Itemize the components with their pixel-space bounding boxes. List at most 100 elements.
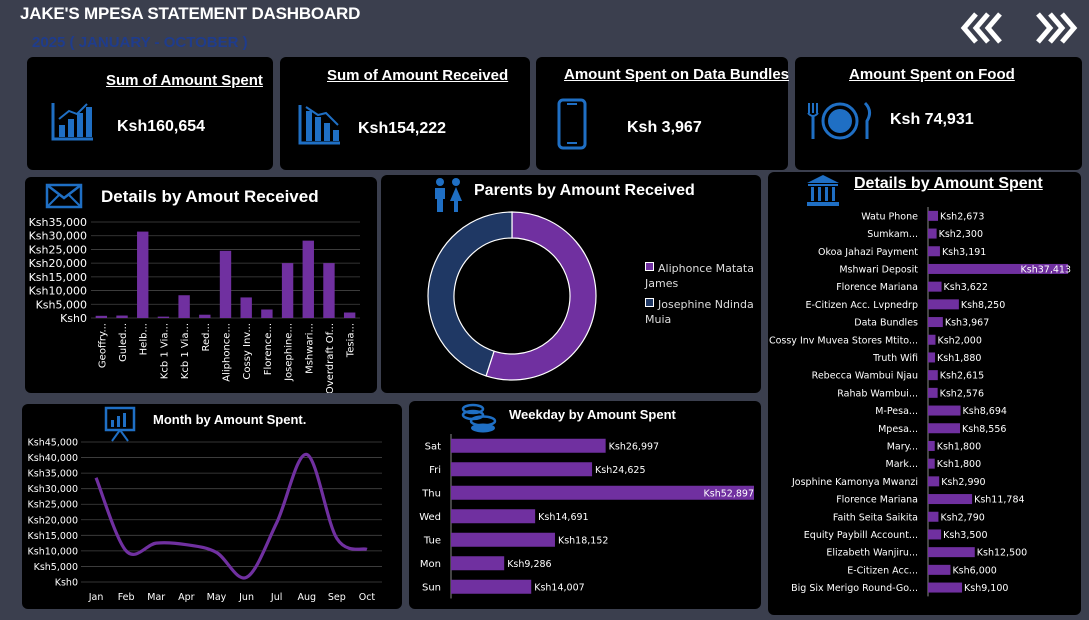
x-tick-label: Geoffry... <box>97 323 108 368</box>
bar <box>178 295 190 318</box>
bar <box>116 315 128 318</box>
spent-bar-chart: Watu Phone Ksh2,673 Sumkam... Ksh2,300 Okoa … <box>769 207 1071 597</box>
bar <box>281 263 294 318</box>
x-tick-label: Aliphonce... <box>222 323 233 382</box>
previous-page-button[interactable] <box>958 8 1008 48</box>
data-label: Ksh24,625 <box>595 465 645 476</box>
bar <box>928 511 939 522</box>
legend-swatch <box>645 298 654 307</box>
kpi-card-amount-spent: Sum of Amount Spent Ksh160,654 <box>27 57 273 170</box>
x-tick-label: Apr <box>178 592 195 603</box>
bar <box>928 228 937 239</box>
double-chevron-left-icon <box>960 12 1002 44</box>
bar <box>137 231 149 318</box>
bar <box>928 405 961 416</box>
y-category-label: Cossy Inv Muvea Stores Mtito... <box>769 335 918 346</box>
y-category-label: Okoa Jahazi Payment <box>818 247 918 258</box>
month-line-chart: Ksh0 Ksh5,000 Ksh10,000 Ksh15,000 Ksh20,000 K… <box>28 438 382 603</box>
kpi-card-amount-received: Sum of Amount Received Ksh154,222 <box>280 57 530 170</box>
donut-slice <box>427 211 513 377</box>
weekday-bar-chart: Sat Ksh26,997 Fri Ksh24,625 Thu Ksh52,897 Wed K… <box>419 434 754 599</box>
y-category-label: Mark... <box>886 459 919 470</box>
panel-parents: Parents by Amount Received Aliphonce Mat… <box>381 175 761 393</box>
data-label: Ksh6,000 <box>952 565 996 576</box>
data-label: Ksh3,500 <box>943 530 987 541</box>
data-label: Ksh1,800 <box>937 441 981 452</box>
y-category-label: Mary... <box>887 441 918 452</box>
data-label: Ksh52,897 <box>704 488 754 499</box>
x-tick-label: Helb... <box>139 323 150 355</box>
y-tick-label: Ksh35,000 <box>29 216 87 229</box>
data-label: Ksh2,300 <box>939 229 983 240</box>
bar <box>451 462 593 477</box>
bar <box>928 370 938 381</box>
x-tick-label: Overdraft Of... <box>325 323 336 393</box>
data-label: Ksh37,413 <box>1021 264 1071 275</box>
bar <box>157 316 170 318</box>
bar <box>928 547 975 558</box>
y-category-label: Sumkam... <box>867 229 918 240</box>
y-category-label: Watu Phone <box>861 211 918 222</box>
data-label: Ksh9,100 <box>964 583 1008 594</box>
y-tick-label: Ksh5,000 <box>34 562 78 573</box>
x-tick-label: Red... <box>201 323 212 352</box>
data-label: Ksh1,880 <box>937 353 981 364</box>
y-category-label: Truth Wifi <box>872 353 918 364</box>
bar <box>928 246 940 257</box>
x-tick-label: Sep <box>328 592 346 603</box>
double-chevron-right-icon <box>1036 12 1078 44</box>
x-tick-label: Cossy Inv... <box>242 323 253 380</box>
bar <box>928 334 936 345</box>
y-category-label: Florence Mariana <box>836 495 918 506</box>
panel-weekday: Weekday by Amount Spent Sat Ksh26,997 Fri K… <box>409 401 761 609</box>
kpi-title: Amount Spent on Data Bundles <box>564 66 789 83</box>
kpi-card-data-bundles: Amount Spent on Data Bundles Ksh 3,967 <box>536 57 789 170</box>
y-category-label: Mon <box>420 559 441 570</box>
data-label: Ksh9,286 <box>507 559 551 570</box>
data-label: Ksh2,000 <box>937 335 981 346</box>
mobile-phone-icon <box>557 98 587 150</box>
y-category-label: Rahab Wambui... <box>837 388 918 399</box>
kpi-value: Ksh154,222 <box>358 120 447 137</box>
data-label: Ksh14,691 <box>538 512 588 523</box>
data-label: Ksh2,576 <box>940 388 984 399</box>
y-category-label: Equity Paybill Account... <box>804 530 918 541</box>
data-label: Ksh8,694 <box>963 406 1007 417</box>
bar <box>95 315 108 318</box>
next-page-button[interactable] <box>1030 8 1080 48</box>
y-category-label: Elizabeth Wanjiru... <box>826 548 918 559</box>
data-label: Ksh3,191 <box>942 247 986 258</box>
data-label: Ksh2,673 <box>940 211 984 222</box>
legend-swatch <box>645 262 654 271</box>
bar <box>928 458 935 469</box>
bar <box>451 556 505 571</box>
legend-label: Aliphonce Matata James <box>645 262 754 290</box>
x-tick-label: Jul <box>270 592 282 603</box>
y-category-label: Florence Mariana <box>836 282 918 293</box>
kpi-card-food: Amount Spent on Food Ksh 74,931 <box>795 57 1082 170</box>
data-label: Ksh2,990 <box>941 477 985 488</box>
x-tick-label: Guled... <box>118 323 129 362</box>
y-tick-label: Ksh25,000 <box>29 243 87 256</box>
data-label: Ksh2,790 <box>940 512 984 523</box>
y-category-label: M-Pesa... <box>875 406 918 417</box>
y-tick-label: Ksh30,000 <box>28 484 78 495</box>
y-tick-label: Ksh45,000 <box>28 438 78 449</box>
y-tick-label: Ksh0 <box>55 578 78 589</box>
received-bar-chart: Ksh0Ksh5,000Ksh10,000Ksh15,000Ksh20,000K… <box>29 216 360 393</box>
bar <box>928 564 951 575</box>
data-label: Ksh2,615 <box>940 371 984 382</box>
x-tick-label: Kcb 1 Via... <box>180 323 191 379</box>
kpi-value: Ksh 74,931 <box>890 111 974 128</box>
x-tick-label: Mar <box>147 592 165 603</box>
bar <box>928 423 961 434</box>
data-label: Ksh1,800 <box>937 459 981 470</box>
y-tick-label: Ksh15,000 <box>28 531 78 542</box>
panel-details-spent: Details by Amount Spent Watu Phone Ksh2,6… <box>768 172 1081 615</box>
x-tick-label: Tesia... <box>346 323 357 358</box>
bar <box>928 299 959 310</box>
y-tick-label: Ksh10,000 <box>28 546 78 557</box>
y-category-label: Faith Seita Saikita <box>833 512 918 523</box>
legend-item-aliphonce: Aliphonce Matata James <box>645 261 757 291</box>
y-category-label: Fri <box>429 465 441 476</box>
